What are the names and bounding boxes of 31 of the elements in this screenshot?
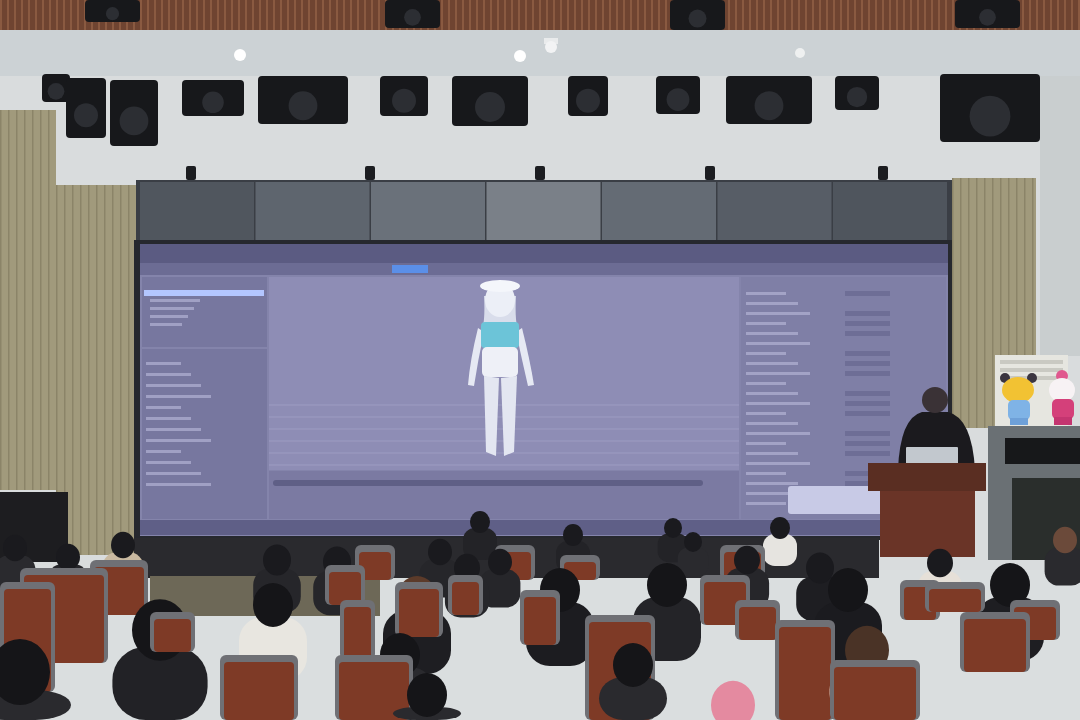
ceiling-lamp xyxy=(234,49,246,61)
audience-member xyxy=(763,517,797,566)
ceiling-lamp xyxy=(795,48,805,58)
stage-light xyxy=(85,0,140,22)
stage-light xyxy=(955,0,1020,28)
mascot-figure xyxy=(1049,370,1075,425)
auditorium-seat xyxy=(960,612,1030,672)
stage-light xyxy=(656,76,700,114)
wall-speaker xyxy=(186,166,196,180)
auditorium-seat xyxy=(395,582,443,637)
auditorium-seat xyxy=(448,575,483,615)
auditorium-seat xyxy=(925,582,985,612)
stage-light xyxy=(670,0,725,30)
auditorium-seat xyxy=(150,612,195,652)
stage-light xyxy=(110,80,158,146)
wall-speaker xyxy=(878,166,888,180)
stage-light xyxy=(568,76,608,116)
wall-speaker xyxy=(365,166,375,180)
audience-member xyxy=(711,680,755,720)
ceiling-lamp xyxy=(514,50,526,62)
wall-speaker xyxy=(705,166,715,180)
stage-light xyxy=(380,76,428,116)
security-camera xyxy=(544,38,558,53)
stage-light xyxy=(835,76,879,110)
wall-speaker xyxy=(535,166,545,180)
stage-light xyxy=(385,0,440,28)
auditorium-seat xyxy=(520,590,560,645)
auditorium-seat xyxy=(325,565,365,605)
mascot-figure xyxy=(1000,373,1037,425)
auditorium-seat xyxy=(735,600,780,640)
stage-light xyxy=(182,80,244,116)
